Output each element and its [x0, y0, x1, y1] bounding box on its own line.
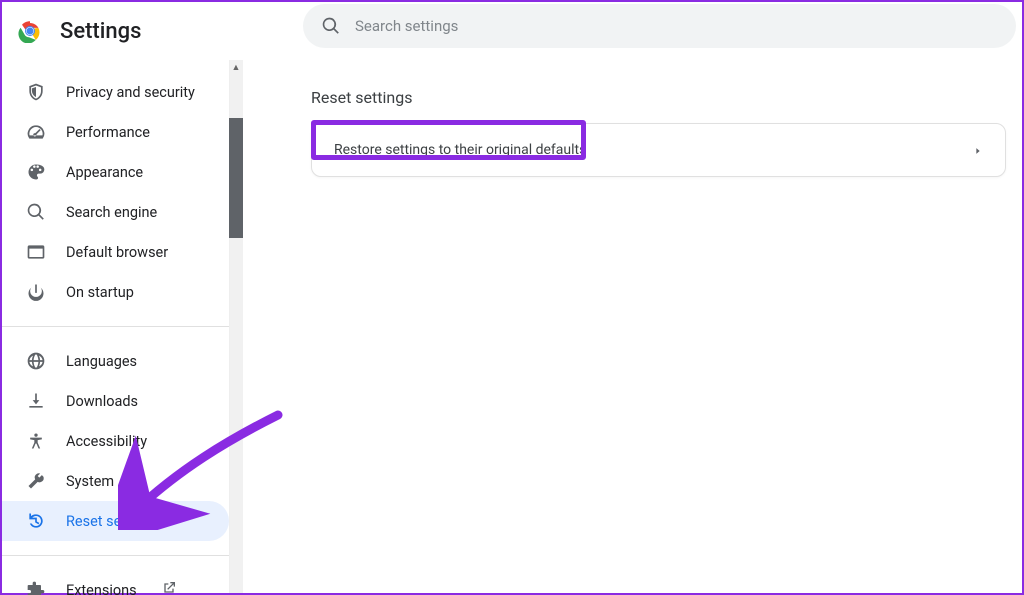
nav-separator	[2, 555, 229, 556]
sidebar-item-label: System	[66, 473, 114, 490]
search-icon	[321, 16, 341, 36]
sidebar-item-label: Performance	[66, 124, 150, 141]
page-title: Settings	[60, 19, 141, 44]
sidebar-item-downloads[interactable]: Downloads	[2, 381, 229, 421]
sidebar-item-label: Search engine	[66, 204, 157, 221]
main-content: Search settings Reset settings Restore s…	[243, 60, 1022, 593]
sidebar-item-performance[interactable]: Performance	[2, 112, 229, 152]
sidebar-item-appearance[interactable]: Appearance	[2, 152, 229, 192]
row-label: Restore settings to their original defau…	[334, 142, 586, 158]
sidebar-scrollbar-track[interactable]: ▲	[229, 60, 243, 593]
window-frame: Settings ▲ Privacy and security	[0, 0, 1024, 595]
sidebar-item-label: Privacy and security	[66, 84, 195, 101]
sidebar-item-on-startup[interactable]: On startup	[2, 272, 229, 312]
power-icon	[26, 282, 46, 302]
sidebar: ▲ Privacy and security	[2, 60, 243, 593]
sidebar-group-3: Extensions	[2, 564, 229, 595]
scroll-up-icon[interactable]: ▲	[229, 60, 243, 74]
sidebar-item-search-engine[interactable]: Search engine	[2, 192, 229, 232]
sidebar-item-languages[interactable]: Languages	[2, 341, 229, 381]
sidebar-item-extensions[interactable]: Extensions	[2, 570, 229, 595]
sidebar-item-privacy[interactable]: Privacy and security	[2, 72, 229, 112]
restore-defaults-row[interactable]: Restore settings to their original defau…	[312, 124, 1005, 176]
globe-icon	[26, 351, 46, 371]
accessibility-icon	[26, 431, 46, 451]
wrench-icon	[26, 471, 46, 491]
sidebar-item-label: On startup	[66, 284, 134, 301]
sidebar-item-label: Downloads	[66, 393, 138, 410]
open-in-new-icon	[161, 580, 177, 595]
reset-settings-card: Restore settings to their original defau…	[311, 123, 1006, 177]
sidebar-group-1: Privacy and security Performance	[2, 66, 229, 318]
sidebar-item-label: Appearance	[66, 164, 143, 181]
sidebar-item-label: Extensions	[66, 582, 137, 595]
sidebar-scrollbar-thumb[interactable]	[229, 118, 243, 238]
sidebar-item-reset[interactable]: Reset settings	[2, 501, 229, 541]
chrome-logo-icon	[18, 19, 42, 43]
sidebar-nav: Privacy and security Performance	[2, 60, 243, 595]
search-icon	[26, 202, 46, 222]
sidebar-item-label: Languages	[66, 353, 137, 370]
chevron-right-icon	[973, 141, 983, 160]
search-placeholder: Search settings	[355, 17, 458, 35]
speedometer-icon	[26, 122, 46, 142]
nav-separator	[2, 326, 229, 327]
sidebar-group-2: Languages Downloads Accessibility	[2, 335, 229, 547]
restore-icon	[26, 511, 46, 531]
search-settings-bar[interactable]: Search settings	[303, 4, 1016, 48]
sidebar-item-default-browser[interactable]: Default browser	[2, 232, 229, 272]
sidebar-item-label: Accessibility	[66, 433, 147, 450]
sidebar-item-accessibility[interactable]: Accessibility	[2, 421, 229, 461]
sidebar-item-label: Default browser	[66, 244, 168, 261]
palette-icon	[26, 162, 46, 182]
sidebar-item-system[interactable]: System	[2, 461, 229, 501]
sidebar-item-label: Reset settings	[66, 513, 158, 530]
download-icon	[26, 391, 46, 411]
section-title: Reset settings	[311, 88, 1006, 107]
extension-icon	[26, 580, 46, 595]
shield-icon	[26, 82, 46, 102]
browser-icon	[26, 242, 46, 262]
